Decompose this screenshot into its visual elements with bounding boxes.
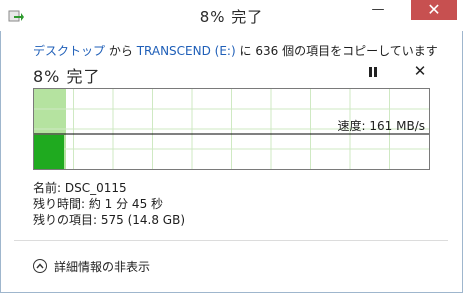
from-label: から: [108, 44, 133, 58]
to-label: に: [239, 44, 252, 58]
copy-status-line: デスクトップ から TRANSCEND (E:) に 636 個の項目をコピーし…: [33, 42, 438, 59]
cancel-icon: ✕: [413, 62, 427, 80]
hide-details-button[interactable]: 詳細情報の非表示: [33, 257, 150, 275]
footer-divider: [14, 240, 448, 241]
transfer-speed-graph: 速度: 161 MB/s: [33, 88, 430, 170]
speed-history-fill: [34, 135, 64, 169]
chevron-up-circle-icon: [33, 259, 47, 273]
close-icon: ✕: [427, 0, 441, 19]
file-name: 名前: DSC_0115: [33, 181, 127, 195]
window-title: 8% 完了: [199, 8, 264, 26]
copy-details: 名前: DSC_0115 残り時間: 約 1 分 45 秒 残りの項目: 575…: [33, 180, 185, 228]
cancel-button[interactable]: ✕: [412, 62, 428, 80]
close-button[interactable]: ✕: [411, 0, 457, 20]
hide-details-label: 詳細情報の非表示: [54, 259, 151, 274]
items-remaining: 残りの項目: 575 (14.8 GB): [33, 213, 186, 227]
pause-button[interactable]: [366, 64, 380, 80]
minimize-icon: —: [371, 2, 385, 17]
minimize-button[interactable]: —: [365, 0, 391, 20]
progress-title: 8% 完了: [33, 67, 101, 86]
destination-link[interactable]: TRANSCEND (E:): [137, 44, 236, 58]
title-bar: 8% 完了 — ✕: [0, 0, 463, 32]
source-link[interactable]: デスクトップ: [33, 44, 105, 58]
copy-action-text: 個の項目をコピーしています: [282, 44, 438, 58]
item-count: 636: [255, 44, 279, 58]
speed-label: 速度: 161 MB/s: [337, 119, 425, 133]
time-remaining: 残り時間: 約 1 分 45 秒: [33, 197, 164, 211]
